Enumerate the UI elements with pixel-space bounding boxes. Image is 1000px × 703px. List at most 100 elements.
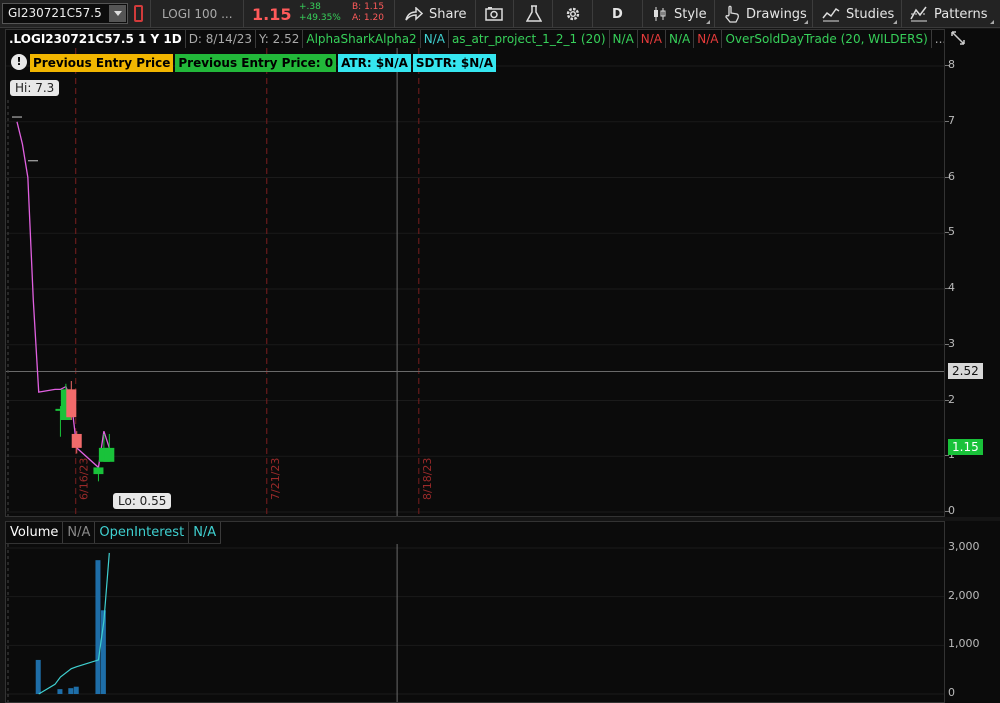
divider — [714, 0, 715, 28]
toolbar: GI230721C57.5 LOGI 100 ... 1.15 +.38 +49… — [0, 0, 1000, 28]
corner-indicator-icon — [706, 20, 710, 24]
price-axis-label: 8 — [948, 58, 955, 71]
volume-axis-label: 0 — [948, 686, 955, 699]
study-atr-value-1: N/A — [610, 30, 638, 48]
volume-axis-label: 3,000 — [948, 540, 980, 553]
net-change: +.38 — [299, 2, 321, 12]
symbol-input[interactable]: GI230721C57.5 — [8, 6, 108, 20]
corner-indicator-icon — [893, 20, 897, 24]
drawings-label: Drawings — [746, 6, 807, 22]
share-button[interactable]: Share — [405, 0, 467, 28]
patterns-label: Patterns — [934, 6, 988, 22]
price-axis-label: 5 — [948, 225, 955, 239]
chevron-down-icon — [113, 11, 122, 16]
flask-icon — [526, 5, 542, 22]
change-block: +.38 +49.35% — [299, 2, 341, 30]
patterns-button[interactable]: Patterns — [910, 0, 988, 28]
price-axis-label: 7 — [948, 113, 955, 127]
corner-indicator-icon — [804, 20, 808, 24]
study-atr-value-3: N/A — [666, 30, 695, 48]
alert-icon[interactable]: ! — [11, 54, 27, 70]
candlestick-icon — [654, 7, 666, 21]
study-atr-value-4: N/A — [694, 30, 723, 48]
divider — [642, 0, 643, 28]
divider — [243, 0, 244, 28]
camera-icon — [485, 7, 503, 21]
bid-ask-block: B: 1.15 A: 1.20 — [352, 2, 384, 30]
chart-title: .LOGI230721C57.5 1 Y 1D — [6, 30, 186, 48]
volume-bar — [95, 560, 101, 694]
divider — [812, 0, 813, 28]
divider — [592, 0, 593, 28]
candle-down — [71, 433, 82, 448]
chart-info-bar: .LOGI230721C57.5 1 Y 1D D: 8/14/23 Y: 2.… — [6, 30, 944, 48]
price-axis[interactable]: 8765432102.521.15 — [945, 29, 1000, 517]
snapshot-button[interactable] — [485, 0, 503, 28]
study-oversold-label[interactable]: OverSoldDayTrade (20, WILDERS) — [722, 30, 932, 48]
period-button[interactable]: D — [612, 0, 623, 28]
study-alphashark-label[interactable]: AlphaSharkAlpha2 — [303, 30, 421, 48]
percent-change: +49.35% — [299, 13, 341, 23]
more-studies[interactable]: ... — [932, 30, 944, 48]
open-interest-value: N/A — [189, 522, 222, 543]
settings-button[interactable] — [564, 0, 582, 28]
cursor-price-badge: 2.52 — [948, 362, 983, 379]
style-button[interactable]: Style — [652, 0, 707, 28]
volume-chart-canvas[interactable] — [6, 522, 945, 703]
study-atr-value-2: N/A — [638, 30, 667, 48]
open-interest-label[interactable]: OpenInterest — [95, 522, 190, 543]
corner-indicator-icon — [990, 20, 994, 24]
ask-price: A: 1.20 — [352, 13, 384, 23]
studies-chart-icon — [822, 7, 840, 22]
price-axis-label: 4 — [948, 281, 955, 294]
study-atr-project-label[interactable]: as_atr_project_1_2_1 (20) — [449, 30, 610, 48]
divider — [513, 0, 514, 28]
studies-button[interactable]: Studies — [822, 0, 894, 28]
high-callout: Hi: 7.3 — [10, 80, 60, 96]
symbol-dropdown-button[interactable] — [109, 5, 126, 22]
low-callout: Lo: 0.55 — [113, 493, 172, 509]
volume-bar — [68, 688, 74, 694]
previous-entry-price-badge: Previous Entry Price — [30, 54, 174, 72]
volume-pane[interactable]: Volume N/A OpenInterest N/A — [5, 521, 945, 703]
lab-button[interactable] — [526, 0, 542, 28]
price-chart[interactable]: 6/16/23 7/21/23 8/18/23 .LOGI230721C57.5 1… — [5, 29, 945, 517]
gear-icon — [566, 7, 580, 21]
price-chart-canvas[interactable]: 6/16/23 7/21/23 8/18/23 — [6, 30, 945, 517]
previous-entry-price-value-badge: Previous Entry Price: 0 — [175, 54, 337, 72]
symbol-field[interactable]: GI230721C57.5 — [2, 3, 128, 24]
crosshair-cursor-icon[interactable] — [948, 28, 968, 48]
volume-axis[interactable]: 3,000 2,000 1,000 0 — [945, 521, 1000, 703]
volume-label[interactable]: Volume — [6, 522, 64, 543]
candle-up — [93, 467, 104, 475]
bid-price: B: 1.15 — [352, 2, 385, 12]
price-axis-label: 6 — [948, 169, 955, 183]
volume-value: N/A — [63, 522, 96, 543]
volume-axis-label: 1,000 — [948, 637, 980, 651]
divider — [552, 0, 553, 28]
style-label: Style — [674, 6, 707, 22]
candle-down — [66, 389, 77, 418]
price-axis-label: 3 — [948, 336, 955, 350]
divider — [394, 0, 395, 28]
candle-up — [104, 447, 115, 462]
share-icon — [405, 7, 423, 21]
drawings-button[interactable]: Drawings — [724, 0, 807, 28]
link-color-icon[interactable] — [134, 5, 143, 22]
divider — [475, 0, 476, 28]
price-axis-label: 2 — [948, 392, 955, 406]
patterns-icon — [910, 6, 927, 22]
sdtr-badge: SDTR: $N/A — [412, 54, 496, 72]
study-badges: Previous Entry Price Previous Entry Pric… — [30, 54, 498, 72]
last-price-badge: 1.15 — [948, 438, 983, 455]
cursor-date: D: 8/14/23 — [186, 30, 257, 48]
volume-bar — [35, 659, 41, 694]
divider — [901, 0, 902, 28]
divider — [150, 0, 151, 28]
studies-label: Studies — [846, 6, 895, 22]
symbol-description: LOGI 100 ... — [162, 7, 233, 21]
volume-bar — [57, 689, 63, 694]
last-price: 1.15 — [252, 4, 292, 24]
volume-bar — [73, 686, 79, 694]
study-alphashark-value: N/A — [421, 30, 449, 48]
